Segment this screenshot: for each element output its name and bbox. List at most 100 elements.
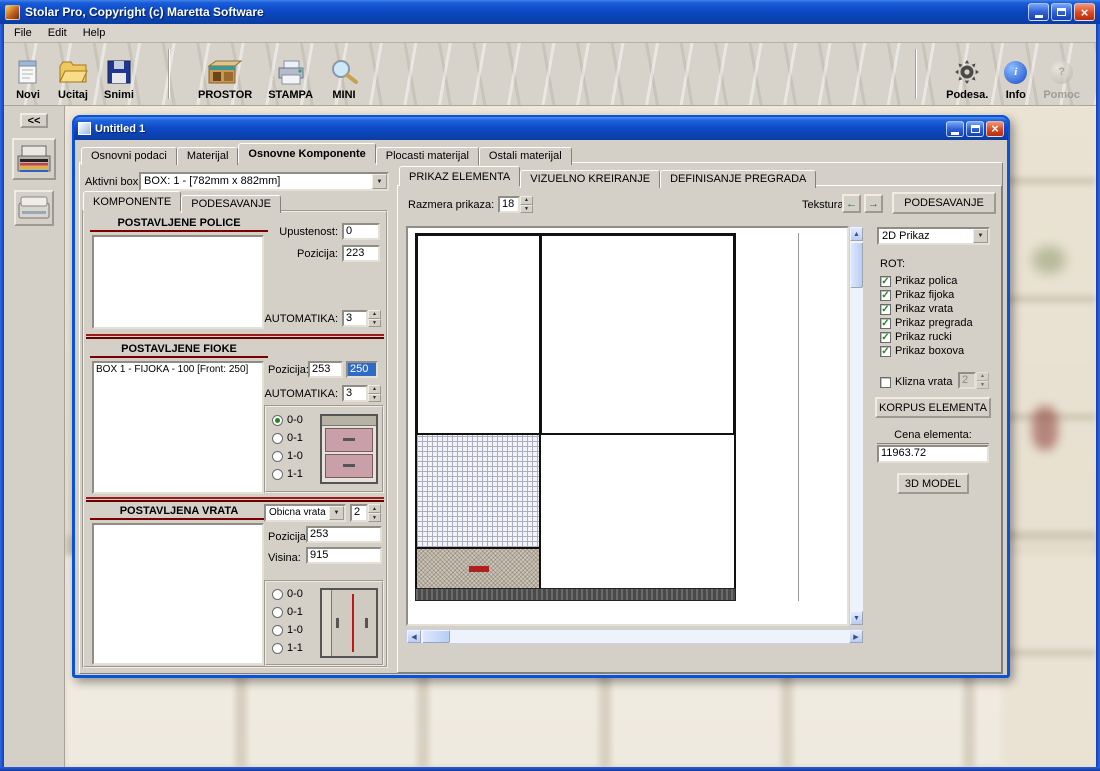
checkbox-prikaz-boxova[interactable]: ✓Prikaz boxova [880,344,973,358]
vrata-count-field[interactable]: 2 [350,504,368,522]
fioke-listbox[interactable]: BOX 1 - FIJOKA - 100 [Front: 250] [92,361,264,494]
tab-komponente[interactable]: KOMPONENTE [83,191,181,211]
radio-0-1[interactable]: 0-1 [272,603,303,621]
spin-down-icon[interactable]: ▼ [368,513,381,522]
korpus-elementa-button[interactable]: KORPUS ELEMENTA [875,397,991,418]
razmera-field[interactable]: 18 [498,196,520,213]
texture-next-button[interactable]: → [864,194,883,213]
police-pozicija-field[interactable]: 223 [342,245,380,262]
tab-materijal[interactable]: Materijal [177,147,239,165]
upustenost-field[interactable]: 0 [342,223,380,240]
radio-0-1[interactable]: 0-1 [272,429,303,447]
model-3d-button[interactable]: 3D MODEL [897,473,969,494]
canvas-vscrollbar[interactable]: ▲ ▼ [849,226,864,626]
cabinet-drawer-textured[interactable] [415,547,542,590]
scroll-left-icon[interactable]: ◀ [407,630,421,643]
fioke-list-item[interactable]: BOX 1 - FIJOKA - 100 [Front: 250] [94,363,262,376]
podesavanje-button[interactable]: PODESAVANJE [892,192,996,214]
chevron-down-icon[interactable]: ▼ [329,506,344,520]
police-automatika-spinner[interactable]: ▲▼ [368,310,381,327]
vrata-count-spinner[interactable]: ▲▼ [368,504,381,522]
texture-prev-button[interactable]: ← [842,194,861,213]
doc-close-button[interactable]: × [986,121,1004,137]
tab-osnovne-komponente[interactable]: Osnovne Komponente [238,143,375,163]
visina-field[interactable]: 915 [306,547,382,564]
new-button[interactable]: Novi [6,55,50,103]
stampa-button[interactable]: STAMPA [260,55,321,103]
spin-down-icon[interactable]: ▼ [368,394,381,403]
hscroll-thumb[interactable] [422,630,450,643]
mini-button[interactable]: MINI [321,55,367,103]
tab-ostali-materijal[interactable]: Ostali materijal [479,147,572,165]
spin-up-icon[interactable]: ▲ [368,385,381,394]
radio-0-0[interactable]: 0-0 [272,585,303,603]
spin-down-icon[interactable]: ▼ [368,319,381,328]
cabinet-section-top-left[interactable] [415,233,542,436]
prostor-button[interactable]: PROSTOR [190,55,260,103]
razmera-spinner[interactable]: ▲▼ [520,196,533,213]
tab-vizuelno-kreiranje[interactable]: VIZUELNO KREIRANJE [520,170,660,188]
restore-button[interactable] [1051,3,1072,21]
chevron-down-icon[interactable]: ▼ [973,229,988,243]
save-button[interactable]: Snimi [96,55,142,103]
fioke-automatika-field[interactable]: 3 [342,385,368,402]
fioke-pozicija-field[interactable]: 253 [308,361,343,378]
tab-plocasti-materijal[interactable]: Plocasti materijal [376,147,479,165]
spin-up-icon[interactable]: ▲ [520,196,533,205]
close-button[interactable]: × [1074,3,1095,21]
spin-down-icon[interactable]: ▼ [520,205,533,214]
vrata-listbox[interactable] [92,523,264,665]
sidebar-scanner-button[interactable] [14,190,54,226]
checkbox-klizna-vrata[interactable]: Klizna vrata [880,375,952,389]
cabinet-section-top-right[interactable] [539,233,736,436]
checkbox-prikaz-fijoka[interactable]: ✓Prikaz fijoka [880,288,973,302]
fioke-automatika-spinner[interactable]: ▲▼ [368,385,381,402]
radio-1-0[interactable]: 1-0 [272,447,303,465]
tab-definisanje-pregrada[interactable]: DEFINISANJE PREGRADA [660,170,816,188]
radio-1-0[interactable]: 1-0 [272,621,303,639]
vrata-type-combo[interactable]: Obicna vrata ▼ [264,504,346,522]
tab-podesavanje[interactable]: PODESAVANJE [181,195,281,213]
cabinet-drawer-hatched[interactable] [415,433,542,549]
canvas-hscrollbar[interactable]: ◀ ▶ [406,629,864,644]
vscroll-thumb[interactable] [850,242,863,288]
radio-1-1[interactable]: 1-1 [272,465,303,483]
tab-osnovni-podaci[interactable]: Osnovni podaci [81,147,177,165]
radio-0-0[interactable]: 0-0 [272,411,303,429]
minimize-button[interactable] [1028,3,1049,21]
fioke-pozicija-selected-field[interactable]: 250 [346,361,378,378]
spin-up-icon[interactable]: ▲ [368,310,381,319]
menu-help[interactable]: Help [75,25,114,41]
radio-1-1[interactable]: 1-1 [272,639,303,657]
restore-icon [1057,8,1066,16]
help-button[interactable]: ? Pomoc [1035,55,1088,103]
doc-maximize-button[interactable] [966,121,984,137]
scroll-down-icon[interactable]: ▼ [850,611,863,625]
info-button[interactable]: i Info [996,55,1035,103]
checkbox-prikaz-polica[interactable]: ✓Prikaz polica [880,274,973,288]
checkbox-prikaz-pregrada[interactable]: ✓Prikaz pregrada [880,316,973,330]
scroll-right-icon[interactable]: ▶ [849,630,863,643]
doc-minimize-button[interactable] [946,121,964,137]
chevron-down-icon[interactable]: ▼ [372,174,387,189]
sidebar-plotter-button[interactable] [12,138,56,180]
document-titlebar[interactable]: Untitled 1 × [74,117,1008,140]
drawing-canvas[interactable] [406,226,849,626]
settings-button[interactable]: Podesa. [938,55,996,103]
scroll-up-icon[interactable]: ▲ [850,227,863,241]
police-listbox[interactable] [92,235,264,329]
menu-edit[interactable]: Edit [40,25,75,41]
sidebar-collapse-button[interactable]: << [20,113,48,128]
checkbox-prikaz-rucki[interactable]: ✓Prikaz rucki [880,330,973,344]
aktivni-box-combo[interactable]: BOX: 1 - [782mm x 882mm] ▼ [139,172,389,191]
checkbox-prikaz-vrata[interactable]: ✓Prikaz vrata [880,302,973,316]
police-automatika-field[interactable]: 3 [342,310,368,327]
spin-up-icon[interactable]: ▲ [368,504,381,513]
menu-file[interactable]: File [6,25,40,41]
vrata-pozicija-field[interactable]: 253 [306,526,382,543]
cena-field[interactable]: 11963.72 [877,445,989,463]
tab-prikaz-elementa[interactable]: PRIKAZ ELEMENTA [399,166,520,186]
cabinet-section-bottom-right[interactable] [539,433,736,590]
open-button[interactable]: Ucitaj [50,55,96,103]
view-mode-combo[interactable]: 2D Prikaz ▼ [877,227,990,245]
